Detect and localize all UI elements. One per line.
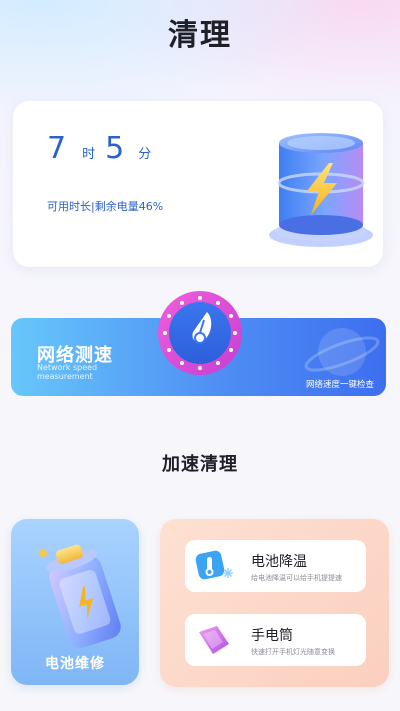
minutes-unit: 分 (138, 147, 152, 162)
tools-panel: 电池降温 给电池降温可以给手机提提速 手电筒 快速打开手机灯光随意变换 (160, 519, 389, 687)
planet-icon (304, 328, 380, 376)
flashlight-icon (199, 626, 229, 654)
hours-value: 7 (47, 131, 67, 166)
hours-unit: 时 (82, 147, 96, 162)
thermometer-icon (195, 550, 233, 580)
minutes-value: 5 (105, 131, 125, 166)
speedometer-icon[interactable] (157, 290, 243, 376)
battery-cooling-desc: 给电池降温可以给手机提提速 (251, 574, 342, 582)
battery-cooling-button[interactable]: 电池降温 给电池降温可以给手机提提速 (185, 540, 366, 592)
battery-status-card[interactable]: 7 时 5 分 可用时长|剩余电量46% (13, 101, 383, 267)
battery-cooling-label: 电池降温 (251, 554, 307, 570)
page-title: 清理 (168, 18, 232, 53)
network-check-tip[interactable]: 网络速度一键检查 (306, 378, 374, 390)
battery-icon (39, 544, 121, 648)
battery-repair-card[interactable]: 电池维修 (11, 519, 139, 685)
flashlight-desc: 快速打开手机灯光随意变换 (251, 648, 335, 656)
flashlight-label: 手电筒 (251, 628, 293, 644)
network-speed-subtitle: Network speed measurement (37, 363, 98, 381)
remaining-time: 7 时 5 分 (47, 131, 161, 166)
battery-repair-label: 电池维修 (45, 656, 105, 672)
accelerate-section-title: 加速清理 (162, 454, 238, 475)
battery-description: 可用时长|剩余电量46% (47, 200, 164, 213)
flashlight-button[interactable]: 手电筒 快速打开手机灯光随意变换 (185, 614, 366, 666)
battery-cylinder-icon (269, 133, 373, 247)
